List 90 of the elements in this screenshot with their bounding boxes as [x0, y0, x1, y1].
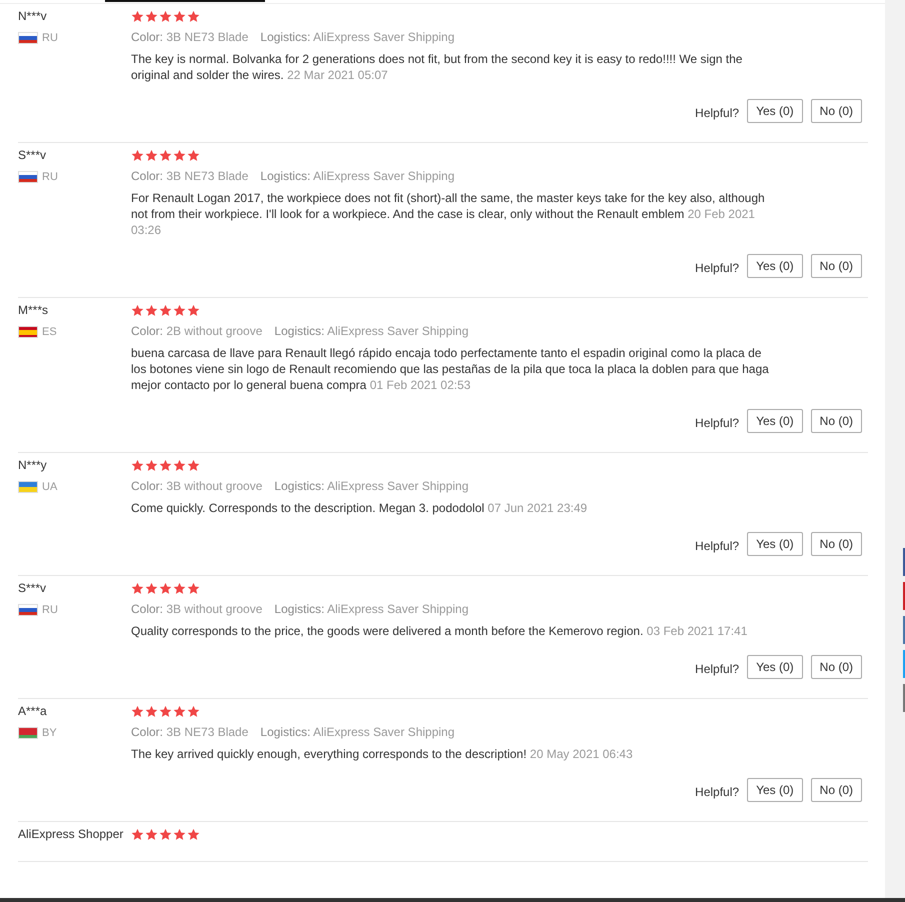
- country-code: RU: [42, 170, 58, 184]
- no-button[interactable]: No (0): [810, 655, 862, 679]
- helpful-label: Helpful?: [695, 416, 740, 430]
- helpful-label: Helpful?: [695, 785, 740, 799]
- star-icon: [173, 582, 186, 594]
- star-icon: [187, 828, 200, 840]
- reviewer-name: M***s: [18, 302, 50, 318]
- star-icon: [173, 148, 186, 162]
- star-icon: [145, 828, 158, 840]
- reviewer-name: S***v: [18, 147, 48, 163]
- star-icon: [187, 458, 200, 472]
- no-button[interactable]: No (0): [810, 532, 862, 556]
- star-icon: [159, 148, 172, 162]
- product-variant: Color: 3B NE73 Blade: [131, 724, 248, 740]
- star-icon: [145, 582, 158, 594]
- star-icon: [173, 10, 186, 22]
- product-variant: Color: 3B without groove: [131, 601, 262, 617]
- star-icon: [187, 582, 200, 594]
- flag-icon: [18, 171, 38, 183]
- country-code: RU: [42, 603, 58, 617]
- shipping-method: Logistics: AliExpress Saver Shipping: [260, 724, 455, 740]
- shipping-method: Logistics: AliExpress Saver Shipping: [274, 478, 469, 494]
- shipping-method: Logistics: AliExpress Saver Shipping: [274, 323, 469, 339]
- star-icon: [131, 304, 144, 316]
- shipping-method: Logistics: AliExpress Saver Shipping: [274, 601, 469, 617]
- star-icon: [187, 10, 200, 22]
- star-icon: [131, 582, 144, 594]
- review-text: The key is normal. Bolvanka for 2 generations does not fit, but from the second key it is easy to redo!!!! We sign the original and solder the wires. 22 Mar 2021 05:07: [131, 51, 744, 83]
- helpful-label: Helpful?: [695, 662, 740, 676]
- no-button[interactable]: No (0): [810, 409, 862, 433]
- review-text: Come quickly. Corresponds to the description. Megan 3. pododolol 07 Jun 2021 23:49: [131, 500, 588, 516]
- star-icon: [187, 148, 200, 162]
- no-button[interactable]: No (0): [810, 254, 862, 278]
- yes-button[interactable]: Yes (0): [747, 254, 803, 278]
- product-variant: Color: 3B NE73 Blade: [131, 168, 248, 184]
- star-icon: [145, 704, 158, 718]
- country-code: BY: [42, 726, 57, 740]
- flag-icon: [18, 326, 38, 338]
- no-button[interactable]: No (0): [810, 99, 862, 123]
- yes-button[interactable]: Yes (0): [747, 778, 803, 802]
- flag-icon: [18, 481, 38, 493]
- star-icon: [131, 704, 144, 718]
- star-icon: [173, 304, 186, 316]
- flag-icon: [18, 604, 38, 616]
- helpful-label: Helpful?: [695, 261, 740, 275]
- star-icon: [187, 304, 200, 316]
- star-icon: [159, 304, 172, 316]
- star-icon: [159, 828, 172, 840]
- helpful-label: Helpful?: [695, 106, 740, 120]
- star-icon: [159, 582, 172, 594]
- star-icon: [159, 10, 172, 22]
- yes-button[interactable]: Yes (0): [747, 532, 803, 556]
- reviewer-name: N***v: [18, 8, 48, 24]
- reviewer-name: A***a: [18, 703, 48, 719]
- reviewer-name: N***y: [18, 457, 48, 473]
- star-icon: [173, 828, 186, 840]
- star-icon: [131, 148, 144, 162]
- yes-button[interactable]: Yes (0): [747, 409, 803, 433]
- star-icon: [131, 458, 144, 472]
- star-icon: [131, 10, 144, 22]
- product-variant: Color: 3B NE73 Blade: [131, 29, 248, 45]
- flag-icon: [18, 32, 38, 44]
- helpful-label: Helpful?: [695, 539, 740, 553]
- review-text: The key arrived quickly enough, everything corresponds to the description! 20 May 2021 06:43: [131, 746, 634, 762]
- review-text: Quality corresponds to the price, the goods were delivered a month before the Kemerovo region. 03 Feb 2021 17:41: [131, 623, 748, 639]
- star-icon: [145, 148, 158, 162]
- country-code: RU: [42, 31, 58, 45]
- star-icon: [173, 458, 186, 472]
- yes-button[interactable]: Yes (0): [747, 99, 803, 123]
- product-variant: Color: 2B without groove: [131, 323, 262, 339]
- product-variant: Color: 3B without groove: [131, 478, 262, 494]
- star-icon: [173, 704, 186, 718]
- star-icon: [131, 828, 144, 840]
- star-icon: [145, 458, 158, 472]
- star-icon: [187, 704, 200, 718]
- star-icon: [145, 304, 158, 316]
- yes-button[interactable]: Yes (0): [747, 655, 803, 679]
- review-text: buena carcasa de llave para Renault llegó rápido encaja todo perfectamente tanto el espadin original como la placa de los botones viene sin logo de Renault recomiendo que las pestañas de la pila que toca la placa la doblen para que haga mejor contacto por lo general buena compra 01 Feb 2021 02:53: [131, 345, 770, 393]
- country-code: UA: [42, 480, 58, 494]
- star-icon: [159, 704, 172, 718]
- star-icon: [159, 458, 172, 472]
- review-text: For Renault Logan 2017, the workpiece does not fit (short)-all the same, the master keys take for the key also, although not from their workpiece. I'll look for a workpiece. And the case is clear, only without the Renault emblem 20 Feb 2021 03:26: [131, 190, 766, 238]
- reviewer-name: S***v: [18, 580, 48, 596]
- shipping-method: Logistics: AliExpress Saver Shipping: [260, 29, 455, 45]
- country-code: ES: [42, 325, 57, 339]
- star-icon: [145, 10, 158, 22]
- reviewer-name: AliExpress Shopper: [18, 826, 124, 842]
- no-button[interactable]: No (0): [810, 778, 862, 802]
- shipping-method: Logistics: AliExpress Saver Shipping: [260, 168, 455, 184]
- flag-icon: [18, 727, 38, 739]
